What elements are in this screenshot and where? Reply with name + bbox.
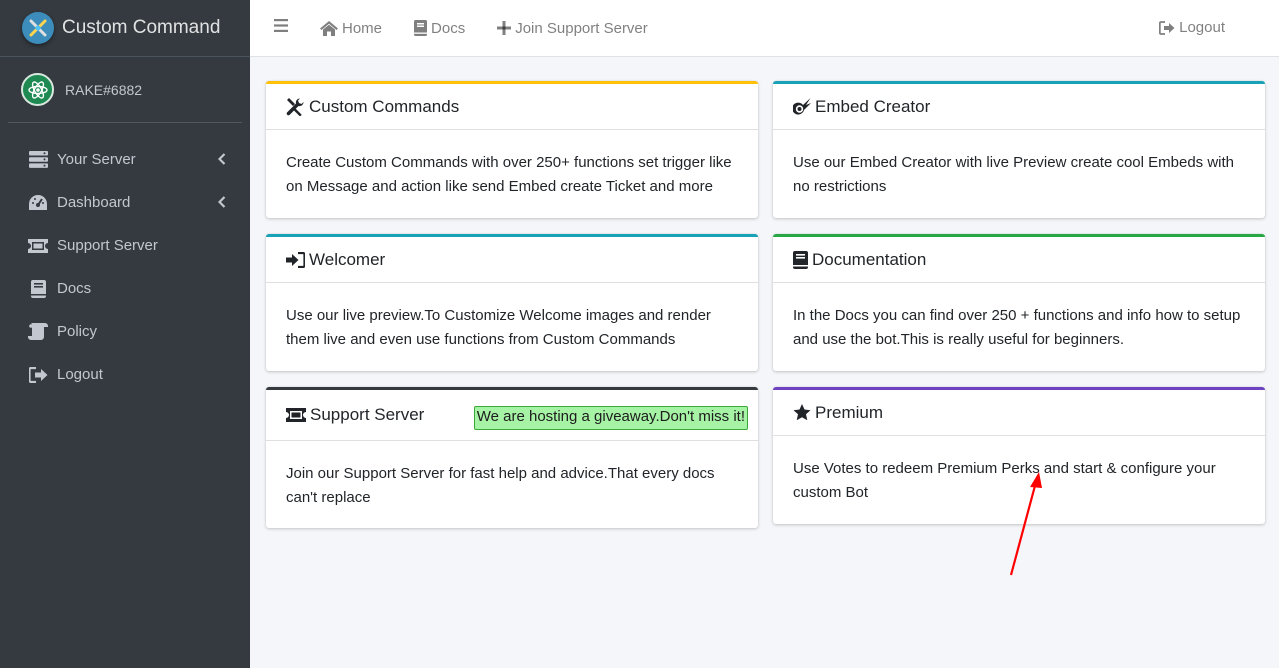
card-welcomer: Welcomer Use our live preview.To Customi…: [266, 234, 758, 371]
home-icon: [320, 20, 338, 36]
server-icon: [28, 150, 48, 170]
sidebar-item-support-server[interactable]: Support Server: [0, 224, 250, 267]
sidebar-item-policy[interactable]: Policy: [0, 310, 250, 353]
brand-logo-icon: [22, 12, 54, 44]
star-icon: [793, 404, 811, 421]
card-header: Welcomer: [266, 237, 758, 283]
sidebar-item-docs[interactable]: Docs: [0, 267, 250, 310]
plus-icon: [497, 21, 512, 35]
sidebar-nav: Your Server Dashboard Support Server Doc…: [0, 138, 250, 396]
sidebar-item-label: Policy: [57, 323, 98, 340]
meteor-icon: [793, 98, 811, 115]
tools-icon: [286, 97, 305, 116]
card-header: Custom Commands: [266, 84, 758, 130]
nav-link-label: Logout: [1179, 19, 1225, 36]
ticket-icon: [28, 236, 48, 256]
sidebar-item-label: Docs: [57, 280, 92, 297]
top-navbar: Home Docs Join Support Server Logout: [250, 0, 1279, 57]
nav-link-label: Join Support Server: [515, 19, 648, 37]
nav-link-label: Home: [342, 19, 383, 37]
card-header: Embed Creator: [773, 84, 1265, 130]
ticket-icon: [286, 408, 306, 422]
sidebar-item-label: Dashboard: [57, 194, 131, 211]
card-header: Support Server We are hosting a giveaway…: [266, 390, 758, 441]
atom-icon: [27, 80, 48, 99]
nav-link-label: Docs: [431, 19, 466, 37]
card-title[interactable]: Documentation: [812, 250, 926, 270]
sidebar-item-your-server[interactable]: Your Server: [0, 138, 250, 181]
card-body: In the Docs you can find over 250 + func…: [793, 307, 1241, 348]
card-title[interactable]: Welcomer: [309, 250, 385, 270]
hamburger-menu-icon[interactable]: [274, 19, 288, 37]
card-custom-commands: Custom Commands Create Custom Commands w…: [266, 81, 758, 218]
sign-in-icon: [286, 251, 305, 268]
card-title[interactable]: Custom Commands: [309, 97, 459, 117]
sign-out-icon: [28, 365, 48, 385]
card-body: Use our live preview.To Customize Welcom…: [286, 307, 711, 348]
sign-out-icon: [1159, 20, 1175, 35]
card-documentation: Documentation In the Docs you can find o…: [773, 234, 1265, 371]
card-body: Use our Embed Creator with live Preview …: [793, 154, 1235, 195]
book-icon: [793, 250, 808, 269]
chevron-left-icon: [217, 195, 226, 212]
chevron-left-icon: [217, 152, 226, 169]
user-avatar: [21, 73, 54, 106]
card-title[interactable]: Premium: [815, 403, 883, 423]
card-body: Use Votes to redeem Premium Perks and st…: [793, 460, 1216, 501]
sidebar-item-logout[interactable]: Logout: [0, 353, 250, 396]
giveaway-badge[interactable]: We are hosting a giveaway.Don't miss it!: [473, 406, 748, 430]
book-icon: [414, 20, 428, 36]
sidebar: Custom Command RAKE#6882 Your Server Das…: [0, 0, 250, 668]
card-title[interactable]: Embed Creator: [815, 97, 930, 117]
card-body: Create Custom Commands with over 250+ fu…: [286, 154, 732, 195]
nav-link-docs[interactable]: Docs: [414, 20, 465, 37]
brand-title: Custom Command: [62, 17, 221, 38]
card-header: Documentation: [773, 237, 1265, 283]
card-embed-creator: Embed Creator Use our Embed Creator with…: [773, 81, 1265, 218]
tachometer-icon: [28, 193, 48, 213]
user-name[interactable]: RAKE#6882: [65, 82, 142, 98]
nav-link-logout[interactable]: Logout: [1159, 19, 1225, 36]
nav-link-join-support[interactable]: Join Support Server: [497, 20, 648, 37]
user-panel[interactable]: RAKE#6882: [8, 57, 242, 123]
sidebar-item-dashboard[interactable]: Dashboard: [0, 181, 250, 224]
card-premium: Premium Use Votes to redeem Premium Perk…: [773, 387, 1265, 524]
book-icon: [28, 279, 48, 299]
card-title[interactable]: Support Server: [310, 405, 424, 425]
sidebar-item-label: Logout: [57, 366, 103, 383]
brand-link[interactable]: Custom Command: [0, 0, 250, 57]
sidebar-item-label: Your Server: [57, 151, 136, 168]
nav-link-home[interactable]: Home: [320, 20, 382, 37]
card-support-server: Support Server We are hosting a giveaway…: [266, 387, 758, 528]
scroll-icon: [28, 322, 48, 342]
sidebar-item-label: Support Server: [57, 237, 158, 254]
card-body: Join our Support Server for fast help an…: [286, 465, 715, 506]
card-header: Premium: [773, 390, 1265, 436]
